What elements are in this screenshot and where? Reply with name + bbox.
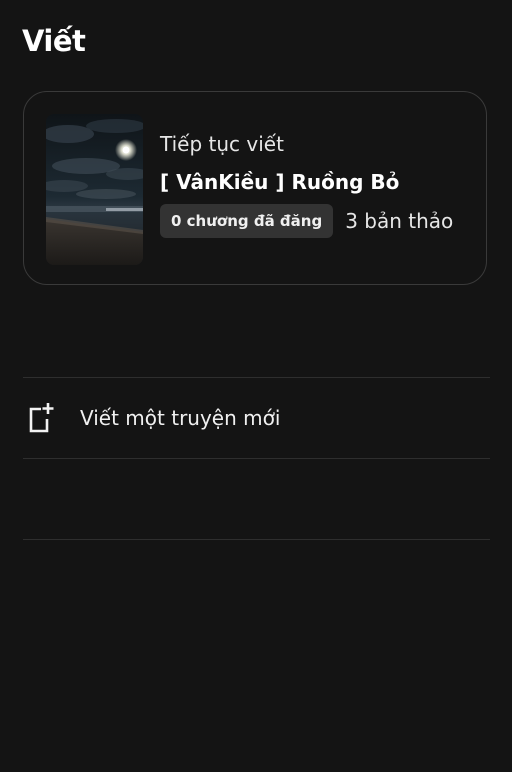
story-info: Tiếp tục viết [ VânKiều ] Ruồng Bỏ 0 chư… bbox=[160, 132, 453, 238]
continue-writing-label: Tiếp tục viết bbox=[160, 132, 284, 156]
new-document-plus-icon bbox=[29, 403, 54, 433]
continue-writing-card[interactable]: Tiếp tục viết [ VânKiều ] Ruồng Bỏ 0 chư… bbox=[23, 91, 487, 285]
write-new-story-button[interactable]: Viết một truyện mới bbox=[23, 378, 490, 458]
draft-count: 3 bản thảo bbox=[345, 209, 454, 233]
story-title: [ VânKiều ] Ruồng Bỏ bbox=[160, 170, 400, 194]
story-stats: 0 chương đã đăng 3 bản thảo bbox=[160, 204, 453, 238]
divider bbox=[23, 458, 490, 459]
write-screen: Viết Tiếp tục viết [VânKiều] Ruồng Bỏ … bbox=[0, 0, 512, 772]
write-new-story-label: Viết một truyện mới bbox=[80, 406, 281, 430]
page-title: Viết bbox=[22, 24, 86, 58]
story-cover-image bbox=[46, 114, 143, 265]
divider bbox=[23, 539, 490, 540]
published-chapters-badge: 0 chương đã đăng bbox=[160, 204, 334, 238]
